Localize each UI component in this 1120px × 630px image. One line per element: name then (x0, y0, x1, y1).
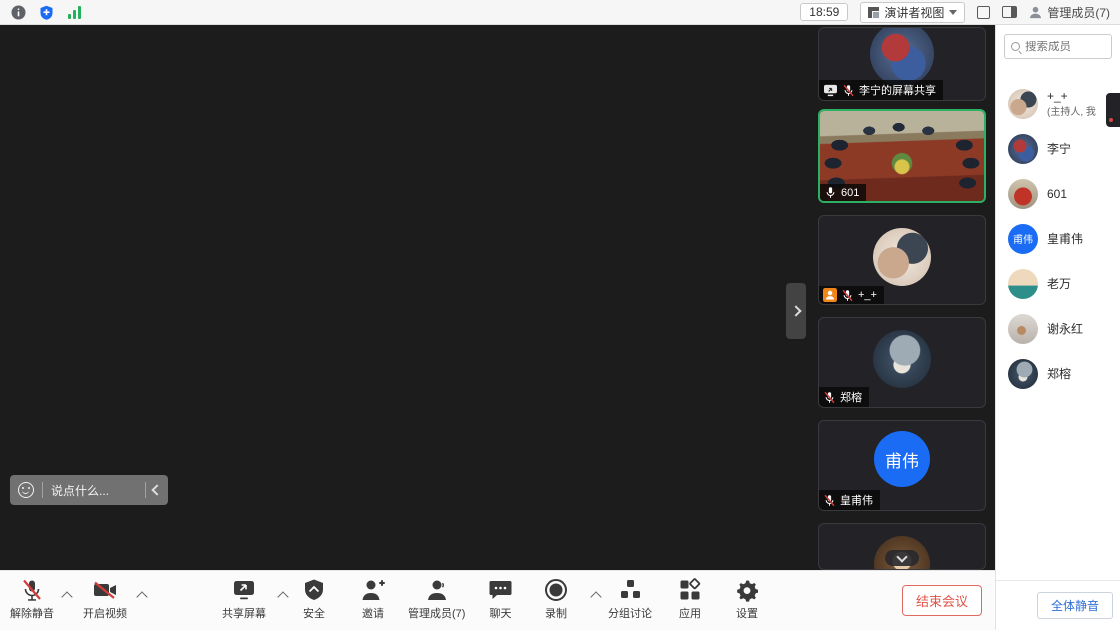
person-icon (1029, 6, 1042, 19)
tooltip-fragment (1106, 93, 1120, 127)
shield-protection-icon[interactable] (38, 4, 54, 20)
mic-muted-icon (823, 494, 836, 507)
avatar (1008, 134, 1038, 164)
avatar (870, 27, 934, 86)
search-input[interactable] (1025, 41, 1095, 53)
meeting-clock: 18:59 (800, 3, 848, 21)
mute-all-button[interactable]: 全体静音 (1037, 592, 1113, 619)
end-meeting-button[interactable]: 结束会议 (902, 585, 982, 616)
tile-name: 皇甫伟 (840, 492, 873, 508)
participant-row[interactable]: 老万 (996, 261, 1120, 306)
avatar-initials: 甫伟 (1008, 224, 1038, 254)
share-screen-button[interactable]: 共享屏幕 (222, 578, 266, 621)
participant-row[interactable]: 李宁 (996, 126, 1120, 171)
host-badge-icon (823, 288, 837, 302)
expand-video-strip-button[interactable] (786, 283, 806, 339)
apps-icon (678, 578, 702, 602)
emoji-icon[interactable] (18, 482, 34, 498)
unmute-options-chevron[interactable] (61, 591, 72, 602)
panel-footer: 全体静音 (996, 580, 1120, 630)
shield-icon (302, 578, 326, 602)
chevron-right-icon (790, 305, 801, 316)
video-tile-host[interactable]: +_+ (818, 215, 986, 305)
mic-muted-icon (20, 578, 44, 602)
chat-quick-input[interactable]: 说点什么... (10, 475, 168, 505)
video-tile-partial[interactable] (818, 523, 986, 570)
apps-button[interactable]: 应用 (678, 578, 702, 621)
search-icon (1011, 42, 1020, 51)
participant-row-host[interactable]: +_+ (主持人, 我 (996, 81, 1120, 126)
mic-on-icon (824, 186, 837, 199)
record-options-chevron[interactable] (590, 591, 601, 602)
breakout-rooms-button[interactable]: 分组讨论 (608, 578, 652, 621)
invite-button[interactable]: 邀请 (360, 578, 386, 621)
record-icon (544, 578, 568, 602)
participant-list: +_+ (主持人, 我 李宁 601 甫伟 皇甫伟 老万 谢永红 郑榕 (996, 81, 1120, 396)
chat-placeholder[interactable]: 说点什么... (43, 482, 145, 499)
chevron-down-icon (949, 10, 957, 15)
avatar (873, 228, 931, 286)
avatar (1008, 359, 1038, 389)
scroll-tiles-down-button[interactable] (885, 550, 919, 566)
person-icon (425, 578, 449, 602)
camera-muted-icon (92, 578, 118, 602)
tile-name: +_+ (858, 289, 877, 301)
host-role-label: (主持人, 我 (1047, 103, 1096, 118)
video-tile-zhengrong[interactable]: 郑榕 (818, 317, 986, 408)
participant-row[interactable]: 谢永红 (996, 306, 1120, 351)
unmute-button[interactable]: 解除静音 (10, 578, 54, 621)
member-search-box[interactable] (1004, 34, 1112, 59)
video-tile-room-601[interactable]: 601 (818, 109, 986, 203)
chat-collapse-icon[interactable] (146, 486, 168, 494)
settings-button[interactable]: 设置 (735, 578, 759, 621)
record-button[interactable]: 录制 (544, 578, 568, 621)
avatar (1008, 314, 1038, 344)
meeting-info-icon[interactable] (10, 4, 26, 20)
share-screen-icon (231, 578, 257, 602)
layout-grid-icon (868, 7, 879, 18)
chat-bubble-icon (488, 578, 513, 602)
participant-row[interactable]: 601 (996, 171, 1120, 216)
gear-icon (735, 578, 759, 602)
chat-button[interactable]: 聊天 (488, 578, 513, 621)
mic-muted-icon (823, 391, 836, 404)
participant-row[interactable]: 甫伟 皇甫伟 (996, 216, 1120, 261)
network-signal-icon[interactable] (66, 4, 82, 20)
mic-muted-icon (842, 84, 855, 97)
side-panel-toggle-icon[interactable] (1002, 6, 1017, 18)
share-options-chevron[interactable] (277, 591, 288, 602)
participant-row[interactable]: 郑榕 (996, 351, 1120, 396)
manage-members-button[interactable]: 管理成员(7) (408, 578, 465, 621)
tile-name: 郑榕 (840, 389, 862, 405)
screen-share-icon (823, 84, 838, 97)
person-add-icon (360, 578, 386, 602)
view-mode-dropdown[interactable]: 演讲者视图 (860, 2, 965, 23)
avatar (1008, 269, 1038, 299)
start-video-button[interactable]: 开启视频 (83, 578, 127, 621)
manage-members-top[interactable]: 管理成员(7) (1029, 4, 1110, 21)
video-options-chevron[interactable] (136, 591, 147, 602)
avatar (1008, 89, 1038, 119)
breakout-rooms-icon (618, 578, 643, 602)
tile-name: 601 (841, 187, 859, 199)
meeting-topbar: 18:59 演讲者视图 管理成员(7) (0, 0, 1120, 25)
tile-name: 李宁的屏幕共享 (859, 82, 936, 98)
mic-muted-icon (841, 289, 854, 302)
participants-panel: +_+ (主持人, 我 李宁 601 甫伟 皇甫伟 老万 谢永红 郑榕 (995, 25, 1120, 630)
avatar (873, 330, 931, 388)
video-tile-huangfuwei[interactable]: 甫伟 皇甫伟 (818, 420, 986, 511)
video-tile-lining-share[interactable]: 李宁的屏幕共享 (818, 27, 986, 101)
avatar-initials: 甫伟 (874, 431, 930, 487)
meeting-toolbar: 解除静音 开启视频 共享屏幕 安全 邀请 管理成员(7) 聊天 录制 分组讨论 … (0, 570, 995, 630)
security-button[interactable]: 安全 (302, 578, 326, 621)
view-mode-label: 演讲者视图 (884, 4, 944, 21)
fullscreen-icon[interactable] (977, 6, 990, 19)
avatar (1008, 179, 1038, 209)
